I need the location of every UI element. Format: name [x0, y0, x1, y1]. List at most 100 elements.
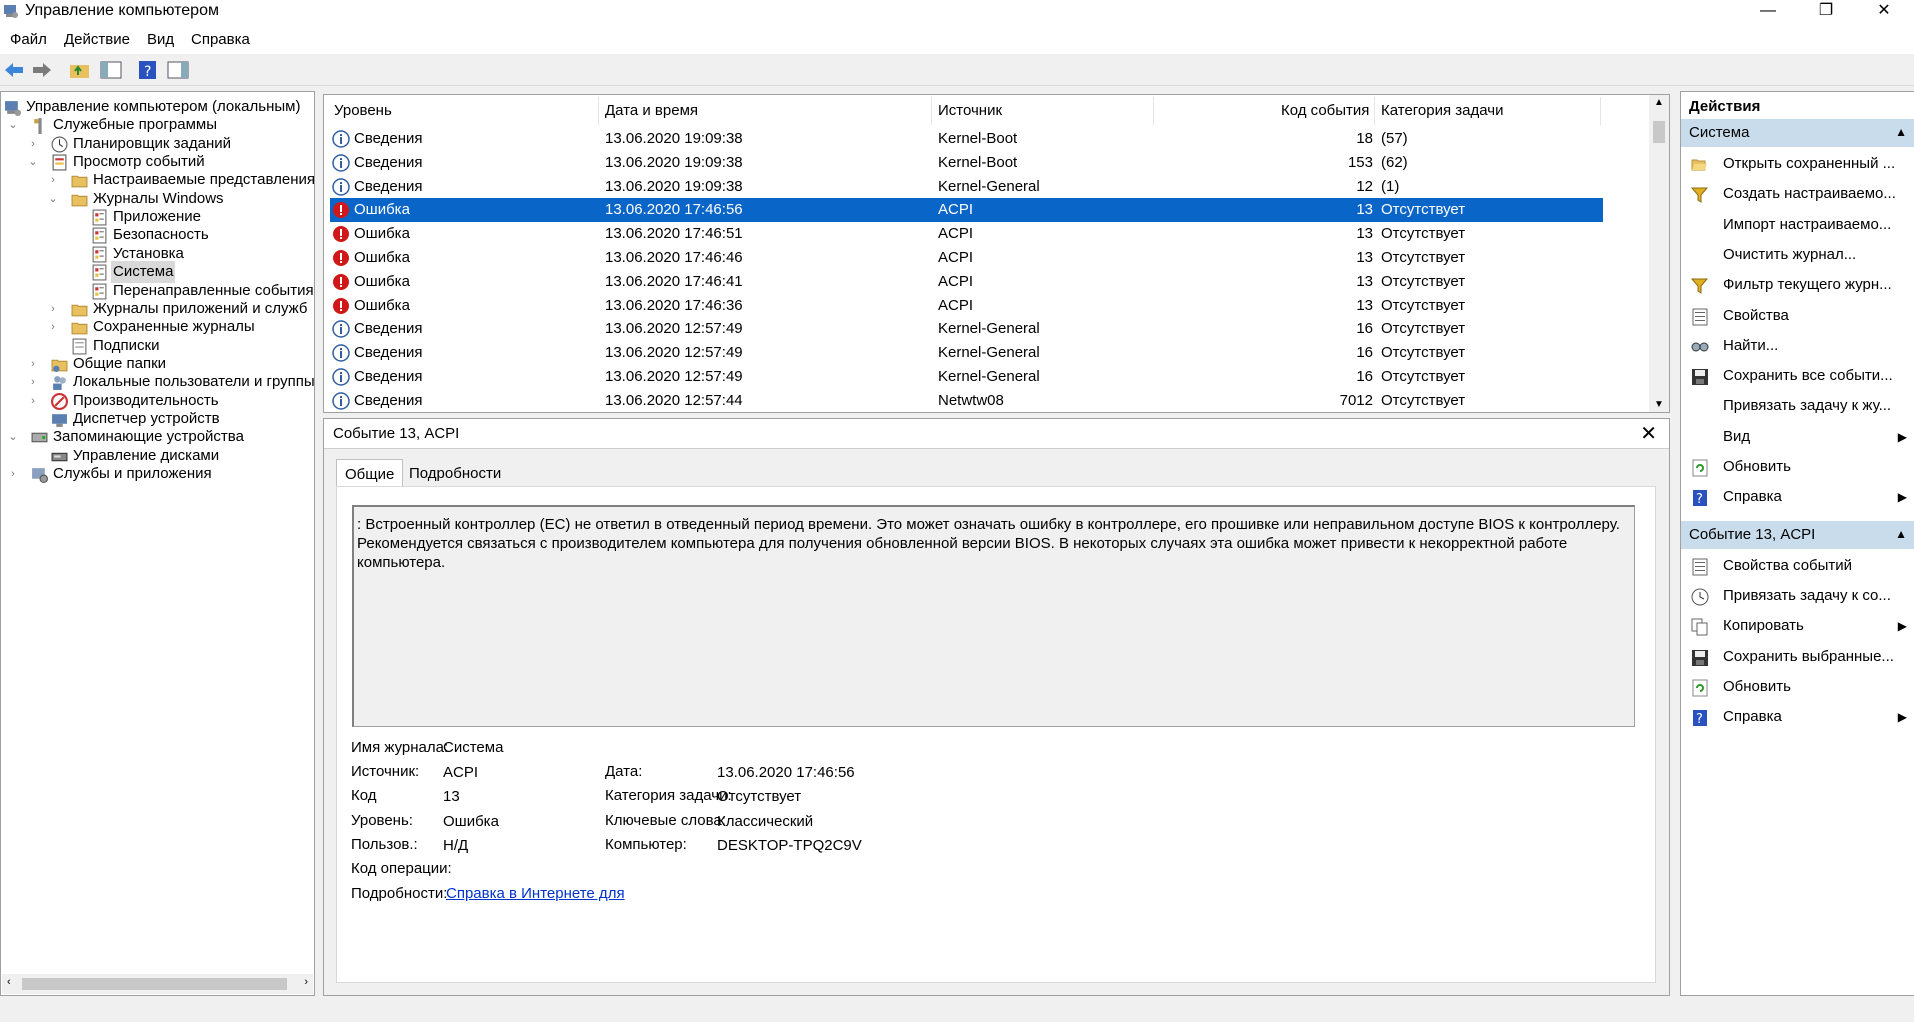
event-code: 13 — [1356, 296, 1373, 314]
help-toolbar-icon[interactable]: ? — [136, 59, 160, 81]
tab-details[interactable]: Подробности — [401, 459, 509, 487]
column-level[interactable]: Уровень — [334, 102, 392, 119]
scrollbar-thumb[interactable] — [22, 978, 287, 990]
more-info-label: Подробности: — [351, 885, 448, 902]
category-label: Категория задачи: — [605, 787, 732, 804]
action-item[interactable]: Сохранить выбранные... — [1681, 642, 1914, 672]
column-source[interactable]: Источник — [938, 102, 1002, 119]
menu-view[interactable]: Вид — [147, 31, 174, 48]
menu-action[interactable]: Действие — [64, 31, 130, 48]
event-level: Ошибка — [354, 296, 410, 314]
action-item[interactable]: Импорт настраиваемо... — [1681, 210, 1914, 240]
event-category: Отсутствует — [1381, 201, 1466, 219]
table-row[interactable]: Ошибка 13.06.2020 17:46:46 ACPI Отсутствует… — [330, 246, 1603, 270]
events-scrollbar[interactable]: ▲ ▼ — [1649, 95, 1669, 412]
event-source: Netwtw08 — [938, 391, 1004, 409]
action-item[interactable]: Открыть сохраненный ... — [1681, 149, 1914, 179]
event-detail-panel: Событие 13, ACPI ✕ Общие Подробности : В… — [323, 418, 1670, 996]
event-source: ACPI — [938, 249, 974, 266]
action-item[interactable]: Привязать задачу к со... — [1681, 581, 1914, 611]
online-help-link[interactable]: Справка в Интернете для — [446, 885, 625, 902]
scroll-right-icon[interactable]: › — [304, 976, 308, 988]
table-row[interactable]: Сведения 13.06.2020 19:09:38 Kernel-Boot (6… — [330, 151, 1603, 175]
menu-file[interactable]: Файл — [10, 31, 47, 48]
up-folder-icon[interactable] — [68, 59, 92, 81]
table-row[interactable]: Сведения 13.06.2020 19:09:38 Kernel-Genera… — [330, 175, 1603, 199]
action-item[interactable]: Свойства событий — [1681, 551, 1914, 581]
menu-help[interactable]: Справка — [191, 31, 250, 48]
table-row[interactable]: Сведения 13.06.2020 12:57:49 Kernel-Genera… — [330, 317, 1603, 341]
action-item[interactable]: Обновить — [1681, 452, 1914, 482]
table-row[interactable]: Ошибка 13.06.2020 17:46:41 ACPI Отсутствует… — [330, 270, 1603, 294]
tab-general[interactable]: Общие — [336, 459, 404, 487]
column-separator[interactable] — [598, 97, 599, 125]
action-label: Вид — [1723, 427, 1751, 445]
column-separator[interactable] — [931, 97, 932, 125]
column-separator[interactable] — [1153, 97, 1154, 125]
event-message[interactable]: : Встроенный контроллер (EC) не ответил … — [352, 505, 1635, 727]
forward-icon[interactable] — [30, 59, 54, 81]
action-item[interactable]: Найти... — [1681, 331, 1914, 361]
event-category: Отсутствует — [1381, 391, 1466, 409]
event-source: Kernel-General — [938, 344, 1040, 362]
task-icon — [1691, 587, 1709, 606]
filter-icon — [1690, 185, 1709, 204]
date-value: 13.06.2020 17:46:56 — [717, 764, 855, 781]
tree-item[interactable]: › Службы и приложения — [1, 463, 314, 485]
save-icon — [1691, 648, 1709, 666]
info-icon — [332, 320, 350, 339]
scrollbar-thumb[interactable] — [1653, 121, 1665, 143]
scroll-up-icon[interactable]: ▲ — [1654, 97, 1664, 108]
scroll-down-icon[interactable]: ▼ — [1654, 399, 1664, 410]
action-item[interactable]: ? Справка ▶ — [1681, 702, 1914, 732]
event-code: 13 — [1356, 201, 1373, 219]
event-category: Отсутствует — [1381, 272, 1466, 290]
minimize-button[interactable]: — — [1739, 0, 1797, 26]
action-item[interactable]: Обновить — [1681, 672, 1914, 702]
column-event-code[interactable]: Код события — [1281, 102, 1369, 119]
column-task-category[interactable]: Категория задачи — [1381, 102, 1503, 119]
action-item[interactable]: ? Справка ▶ — [1681, 482, 1914, 512]
action-item[interactable]: Сохранить все событи... — [1681, 361, 1914, 391]
table-row[interactable]: Ошибка 13.06.2020 17:46:51 ACPI Отсутствует… — [330, 222, 1603, 246]
event-source: Kernel-General — [938, 320, 1040, 338]
action-item[interactable]: Привязать задачу к жу... — [1681, 391, 1914, 421]
scroll-left-icon[interactable]: ‹ — [7, 976, 11, 988]
actions-section-header[interactable]: Событие 13, ACPI ▲ — [1681, 520, 1914, 549]
table-row[interactable]: Сведения 13.06.2020 12:57:49 Kernel-Genera… — [330, 365, 1603, 389]
close-button[interactable]: ✕ — [1855, 0, 1913, 26]
event-date: 13.06.2020 12:57:49 — [605, 368, 743, 385]
action-item[interactable]: Вид ▶ — [1681, 422, 1914, 452]
action-item[interactable]: Копировать ▶ — [1681, 611, 1914, 641]
actions-section-header[interactable]: Система ▲ — [1681, 119, 1914, 147]
back-icon[interactable] — [2, 59, 26, 81]
column-separator[interactable] — [1600, 97, 1601, 125]
table-row[interactable]: Ошибка 13.06.2020 17:46:56 ACPI Отсутствует… — [330, 198, 1603, 223]
collapse-arrow-icon[interactable]: ▲ — [1895, 125, 1907, 139]
column-separator[interactable] — [1374, 97, 1375, 125]
show-console-tree-icon[interactable] — [99, 59, 123, 81]
expand-toggle-icon[interactable]: › — [7, 463, 19, 485]
events-list: Уровень Дата и время Источник Код событи… — [323, 94, 1670, 413]
event-level: Сведения — [354, 391, 423, 409]
submenu-arrow-icon: ▶ — [1897, 710, 1907, 725]
column-date[interactable]: Дата и время — [605, 102, 698, 119]
toolbar: ? — [0, 54, 1914, 86]
tree-scrollbar[interactable]: ‹ › — [2, 974, 313, 994]
event-category: Отсутствует — [1381, 225, 1466, 243]
action-item[interactable]: Фильтр текущего журн... — [1681, 270, 1914, 300]
table-row[interactable]: Сведения 13.06.2020 12:57:44 Netwtw08 Отсут… — [330, 389, 1603, 412]
show-action-pane-icon[interactable] — [166, 59, 190, 81]
table-row[interactable]: Ошибка 13.06.2020 17:46:36 ACPI Отсутствует… — [330, 294, 1603, 318]
maximize-button[interactable]: ❐ — [1797, 0, 1855, 26]
properties-icon — [1691, 557, 1709, 576]
action-item[interactable]: Свойства — [1681, 301, 1914, 331]
close-detail-icon[interactable]: ✕ — [1640, 421, 1657, 446]
table-row[interactable]: Сведения 13.06.2020 12:57:49 Kernel-Genera… — [330, 341, 1603, 365]
table-row[interactable]: Сведения 13.06.2020 19:09:38 Kernel-Boot (5… — [330, 127, 1603, 151]
collapse-arrow-icon[interactable]: ▲ — [1895, 527, 1907, 541]
event-source: Kernel-Boot — [938, 153, 1018, 171]
action-item[interactable]: Очистить журнал... — [1681, 240, 1914, 270]
action-item[interactable]: Создать настраиваемо... — [1681, 179, 1914, 209]
help-icon: ? — [1691, 488, 1709, 507]
